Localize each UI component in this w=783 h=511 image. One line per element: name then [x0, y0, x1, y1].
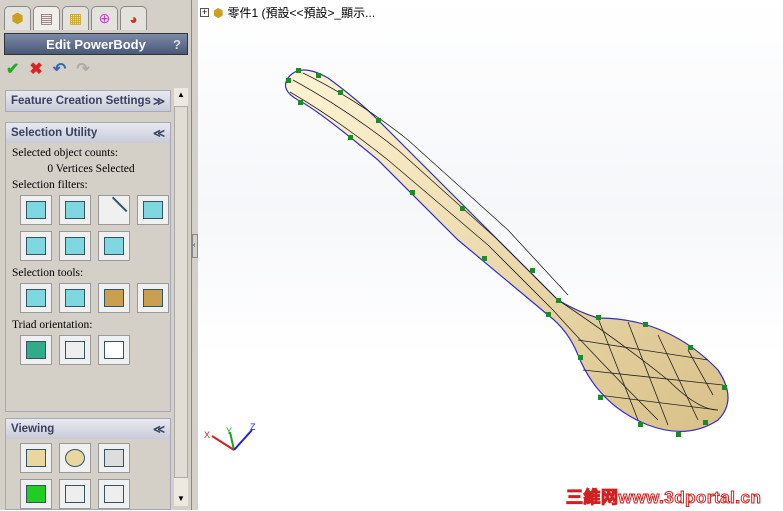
config-icon: ▦	[68, 10, 83, 26]
edge-filter-icon	[100, 196, 128, 224]
section-title: Selection Utility	[11, 127, 98, 139]
select-grow-button[interactable]	[59, 283, 91, 313]
undo-button[interactable]: ↶	[53, 59, 66, 79]
body-icon	[26, 237, 46, 255]
collapse-chevron-icon[interactable]: ≪	[153, 422, 165, 436]
triad-z-label: Z	[250, 422, 256, 432]
triad-local-icon	[65, 341, 85, 359]
filter-body-3-button[interactable]	[98, 231, 130, 261]
triad-screen-icon	[104, 341, 124, 359]
tab-dimxpert[interactable]: ⊕	[91, 6, 118, 30]
count-value: 0 Vertices Selected	[47, 163, 135, 175]
view-edges-button[interactable]	[59, 479, 91, 509]
help-button[interactable]: ?	[173, 37, 181, 52]
select-loop-button[interactable]	[98, 283, 130, 313]
grid-arrows-icon	[65, 289, 85, 307]
scroll-thumb[interactable]	[174, 106, 188, 478]
collapse-chevron-icon[interactable]: ≪	[153, 126, 165, 140]
selection-utility-header[interactable]: Selection Utility ≪	[6, 123, 170, 143]
viewing-header[interactable]: Viewing ≪	[6, 419, 170, 439]
face-filter-icon	[65, 201, 85, 219]
select-all-button[interactable]	[20, 283, 52, 313]
body-icon	[65, 237, 85, 255]
triad-world-button[interactable]	[20, 335, 52, 365]
cube-icon	[26, 289, 46, 307]
triad-local-button[interactable]	[59, 335, 91, 365]
cage-icon	[26, 485, 46, 503]
view-cage-button[interactable]	[20, 479, 52, 509]
points-icon	[104, 485, 124, 503]
filter-vertex-button[interactable]	[20, 195, 52, 225]
body-icon	[104, 237, 124, 255]
triad-x-label: X	[204, 430, 210, 440]
feature-creation-settings-header[interactable]: Feature Creation Settings ≫	[6, 91, 170, 111]
ellipsoid-icon	[65, 449, 85, 467]
select-ring-button[interactable]	[137, 283, 169, 313]
view-box-button[interactable]	[20, 443, 52, 473]
view-wire-button[interactable]	[98, 443, 130, 473]
ok-button[interactable]: ✔	[6, 59, 19, 79]
edges-icon	[65, 485, 85, 503]
filter-body-1-button[interactable]	[20, 231, 52, 261]
graphics-viewport[interactable]: + ⬢ 零件1 (預設<<預設>_顯示... X Y Z 三維网www.3dpo…	[198, 0, 783, 510]
color-wheel-icon: ◕	[129, 10, 138, 27]
view-smooth-button[interactable]	[59, 443, 91, 473]
tools-label: Selection tools:	[12, 267, 84, 279]
expand-chevron-icon[interactable]: ≫	[153, 94, 165, 108]
cancel-button[interactable]: ✖	[29, 59, 42, 79]
feature-creation-settings-section: Feature Creation Settings ≫	[5, 90, 171, 112]
filters-label: Selection filters:	[12, 179, 88, 191]
triad-world-icon	[26, 341, 46, 359]
tab-feature-manager[interactable]: ⬢	[4, 6, 31, 30]
section-title: Viewing	[11, 423, 55, 435]
redo-button[interactable]: ↷	[76, 59, 89, 79]
vertex-filter-icon	[26, 201, 46, 219]
point-filter-icon	[143, 201, 163, 219]
counts-label: Selected object counts:	[12, 147, 119, 159]
part-icon: ⬢	[11, 10, 24, 26]
scroll-up-icon[interactable]: ▲	[174, 88, 188, 102]
tab-configuration-manager[interactable]: ▦	[62, 6, 89, 30]
box-icon	[26, 449, 46, 467]
spoon-model[interactable]: X Y Z	[198, 0, 783, 510]
property-manager-panel: ⬢ ▤ ▦ ⊕ ◕ Edit PowerBody? ✔ ✖ ↶ ↷ Featur…	[0, 0, 192, 510]
triad-y-label: Y	[226, 426, 232, 436]
panel-title: Edit PowerBody?	[4, 33, 188, 55]
selection-utility-section: Selection Utility ≪ Selected object count…	[5, 122, 171, 412]
panel-scrollbar[interactable]: ▲ ▼	[174, 88, 188, 506]
view-points-button[interactable]	[98, 479, 130, 509]
wireframe-icon	[104, 449, 124, 467]
property-icon: ▤	[39, 10, 54, 26]
filter-face-button[interactable]	[59, 195, 91, 225]
spoon-body	[285, 69, 729, 433]
grid-ring-icon	[143, 289, 163, 307]
panel-title-text: Edit PowerBody	[46, 36, 146, 52]
filter-edge-button[interactable]	[98, 195, 130, 225]
tab-display-manager[interactable]: ◕	[120, 6, 147, 30]
manager-tabs: ⬢ ▤ ▦ ⊕ ◕	[4, 6, 147, 30]
section-title: Feature Creation Settings	[11, 95, 151, 107]
filter-point-button[interactable]	[137, 195, 169, 225]
filter-body-2-button[interactable]	[59, 231, 91, 261]
crosshair-icon: ⊕	[98, 10, 111, 26]
triad-label: Triad orientation:	[12, 319, 93, 331]
watermark: 三維网www.3dportal.cn	[565, 488, 762, 508]
tab-property-manager[interactable]: ▤	[33, 6, 60, 30]
viewing-section: Viewing ≪	[5, 418, 171, 510]
triad-screen-button[interactable]	[98, 335, 130, 365]
scroll-down-icon[interactable]: ▼	[174, 492, 188, 506]
grid-loop-icon	[104, 289, 124, 307]
